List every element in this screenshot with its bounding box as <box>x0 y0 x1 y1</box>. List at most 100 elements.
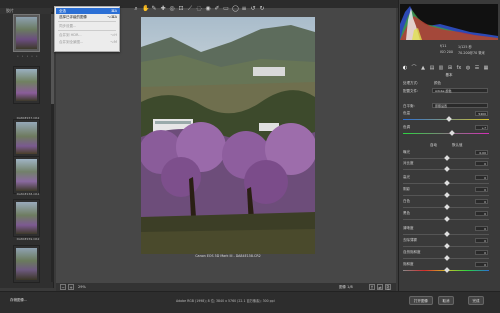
dehaze-label: 去除薄雾 <box>403 238 417 242</box>
vibrance-slider[interactable] <box>403 255 489 261</box>
menu-separator <box>58 30 116 31</box>
tint-value[interactable]: +7 <box>475 125 488 130</box>
thumbnail-2[interactable] <box>13 66 40 104</box>
exposure-slider[interactable] <box>403 155 489 161</box>
snapshots-tab-icon[interactable]: ▦ <box>483 65 489 71</box>
crop-tool-icon[interactable]: ⊡ <box>178 6 184 12</box>
contrast-value[interactable]: 0 <box>475 161 488 166</box>
saturation-value[interactable]: 0 <box>475 262 488 267</box>
info-f-stop: f/11 <box>440 44 447 48</box>
before-after-button[interactable]: Y <box>369 284 375 290</box>
thumbnail-label: DA84E159.CR2 <box>16 237 40 241</box>
histogram <box>400 4 498 40</box>
split-toning-tab-icon[interactable]: ▥ <box>438 65 444 71</box>
highlights-slider[interactable] <box>403 180 489 186</box>
whites-label: 白色 <box>403 199 410 203</box>
blacks-slider[interactable] <box>403 216 489 222</box>
zoom-out-button[interactable]: − <box>60 284 66 290</box>
copy-settings-button[interactable]: ⎘ <box>385 284 391 290</box>
swap-button[interactable]: ⇄ <box>377 284 383 290</box>
menu-item-sync-settings[interactable]: 同步设置... <box>56 23 120 29</box>
rating-stars[interactable]: • • • • • <box>17 54 39 58</box>
vibrance-value[interactable]: 0 <box>475 250 488 255</box>
blacks-value[interactable]: 0 <box>475 211 488 216</box>
contrast-slider[interactable] <box>403 166 489 172</box>
shadows-slider[interactable] <box>403 192 489 198</box>
white-balance-select[interactable]: 原照设置 <box>432 103 488 108</box>
zoom-tool-icon[interactable]: ⌕ <box>133 6 139 12</box>
thumbnail-label: DA84E158.CR2 <box>16 192 40 196</box>
profile-select[interactable]: Adobe 颜色 <box>432 88 488 93</box>
panel-tabs: ◐ ⌒ ▲ ▤ ▥ ⊞ fx ◍ ☰ ▦ <box>400 64 498 72</box>
thumbnail-6[interactable] <box>13 245 40 283</box>
menu-shortcut: ⌥⌘A <box>107 15 117 19</box>
color-sampler-icon[interactable]: ✚ <box>160 6 166 12</box>
save-image-button[interactable]: 存储图像... <box>10 298 27 303</box>
calibration-tab-icon[interactable]: ◍ <box>465 65 471 71</box>
hsl-tab-icon[interactable]: ▤ <box>429 65 435 71</box>
thumbnail-image <box>16 248 37 280</box>
image-counter: 图像 1/8 <box>339 285 353 289</box>
tone-curve-tab-icon[interactable]: ⌒ <box>411 65 417 71</box>
blacks-label: 黑色 <box>403 211 410 215</box>
thumbnail-image <box>16 202 37 234</box>
clarity-value[interactable]: 0 <box>475 226 488 231</box>
red-eye-icon[interactable]: ◉ <box>205 6 211 12</box>
hand-tool-icon[interactable]: ✋ <box>142 6 149 12</box>
rotate-left-icon[interactable]: ↺ <box>250 6 256 12</box>
default-button[interactable]: 默认值 <box>452 143 463 148</box>
vibrance-label: 自然饱和度 <box>403 250 421 254</box>
detail-tab-icon[interactable]: ▲ <box>420 65 426 71</box>
thumbnail-4[interactable] <box>13 156 40 194</box>
presets-tab-icon[interactable]: ☰ <box>474 65 480 71</box>
target-adjust-icon[interactable]: ◎ <box>169 6 175 12</box>
dehaze-slider[interactable] <box>403 243 489 249</box>
temp-slider[interactable] <box>403 116 489 122</box>
preferences-icon[interactable]: ≡ <box>241 6 247 12</box>
zoom-in-button[interactable]: + <box>68 284 74 290</box>
open-image-button[interactable]: 打开图像 <box>409 296 433 305</box>
shadows-value[interactable]: 0 <box>475 187 488 192</box>
basic-tab-icon[interactable]: ◐ <box>402 65 408 71</box>
effects-tab-icon[interactable]: fx <box>456 65 462 71</box>
whites-value[interactable]: 0 <box>475 199 488 204</box>
thumbnail-5[interactable] <box>13 199 40 237</box>
menu-separator <box>58 21 116 22</box>
saturation-slider[interactable] <box>403 267 489 273</box>
filmstrip-scrollbar[interactable] <box>51 12 54 282</box>
lens-tab-icon[interactable]: ⊞ <box>447 65 453 71</box>
menu-shortcut: ⌥H <box>110 33 117 37</box>
treatment-color[interactable]: 颜色 <box>434 81 441 86</box>
contrast-label: 对比度 <box>403 161 414 165</box>
brush-icon[interactable]: ✐ <box>214 6 220 12</box>
clarity-slider[interactable] <box>403 231 489 237</box>
rotate-right-icon[interactable]: ↻ <box>259 6 265 12</box>
radial-filter-icon[interactable]: ◯ <box>232 6 239 12</box>
exposure-label: 曝光 <box>403 150 410 154</box>
white-balance-icon[interactable]: ✎ <box>151 6 157 12</box>
dehaze-value[interactable]: 0 <box>475 238 488 243</box>
right-panel <box>398 0 500 291</box>
shadows-label: 阴影 <box>403 187 410 191</box>
thumbnail-1[interactable] <box>13 14 40 52</box>
thumbnail-image <box>16 17 37 49</box>
exposure-value[interactable]: 0.00 <box>475 150 488 155</box>
highlights-value[interactable]: 0 <box>475 175 488 180</box>
menu-item-merge-panorama[interactable]: 合并到全景图... ⌥M <box>56 39 120 45</box>
auto-button[interactable]: 自动 <box>430 143 437 148</box>
cancel-button[interactable]: 取消 <box>438 296 454 305</box>
temp-label: 色温 <box>403 111 410 115</box>
spot-removal-icon[interactable]: ◌ <box>196 6 202 12</box>
zoom-level[interactable]: 29% <box>78 285 86 289</box>
whites-slider[interactable] <box>403 204 489 210</box>
done-button[interactable]: 完成 <box>468 296 484 305</box>
temp-value[interactable]: 5400 <box>475 111 488 116</box>
graduated-filter-icon[interactable]: ▭ <box>223 6 229 12</box>
workflow-options-link[interactable]: Adobe RGB (1998); 8 位; 3840 x 5760 (22.1… <box>176 298 275 303</box>
thumbnail-3[interactable] <box>13 119 40 157</box>
straighten-icon[interactable]: ⟋ <box>187 6 193 12</box>
menu-item-merge-hdr[interactable]: 合并到 HDR... ⌥H <box>56 32 120 38</box>
menu-item-select-rated[interactable]: 选择已评级的图像 ⌥⌘A <box>56 14 120 20</box>
white-balance-label: 白平衡: <box>403 104 415 108</box>
tint-slider[interactable] <box>403 130 489 136</box>
